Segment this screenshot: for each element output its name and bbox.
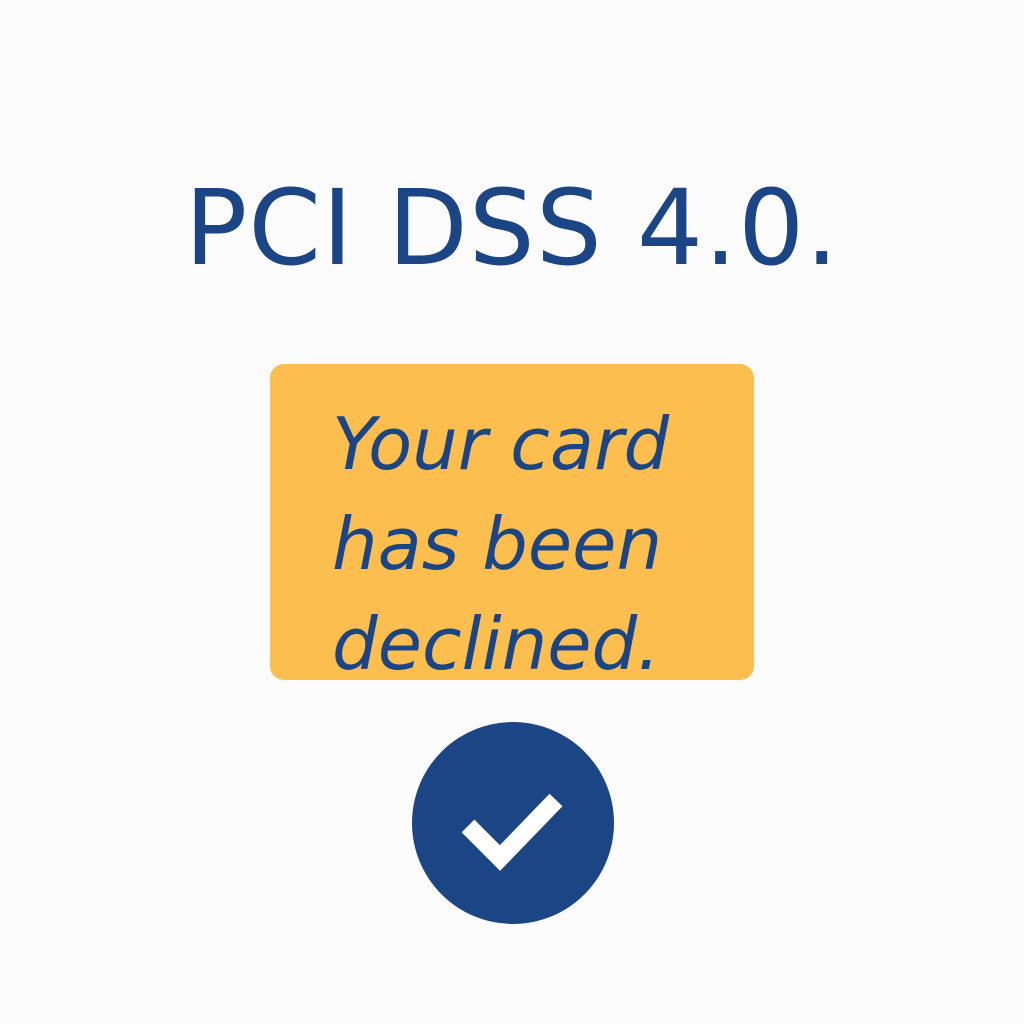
page-title: PCI DSS 4.0. (184, 167, 840, 289)
alert-line-3: declined. (332, 602, 661, 686)
alert-line-2: has been (332, 502, 663, 586)
check-badge (412, 722, 614, 924)
alert-message: Your card has been declined. (332, 394, 752, 694)
declined-alert: Your card has been declined. (270, 364, 754, 686)
alert-line-1: Your card (332, 402, 670, 486)
checkmark-icon (461, 793, 563, 871)
